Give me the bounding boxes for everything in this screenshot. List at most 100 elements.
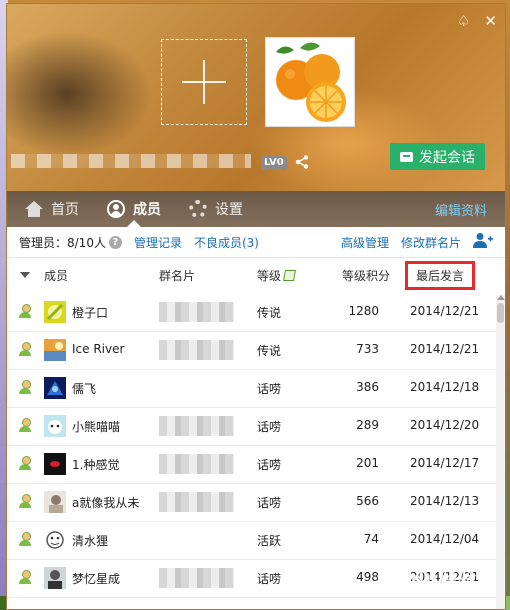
group-card-blurred: [159, 454, 234, 474]
table-row[interactable]: 橙子口 传说 1280 2014/12/21: [7, 293, 497, 332]
table-row[interactable]: Ice River 传说 733 2014/12/21: [7, 331, 497, 370]
advanced-manage-link[interactable]: 高级管理: [341, 234, 389, 251]
member-level: 传说: [257, 306, 282, 320]
member-status-icon: [19, 304, 31, 318]
member-status-icon: [19, 342, 31, 356]
member-avatar[interactable]: [44, 339, 66, 361]
sort-down-icon[interactable]: [20, 272, 30, 278]
member-last-post: 2014/12/21: [410, 342, 480, 356]
member-toolbar: 管理员：8/10人 ? 管理记录 不良成员(3) 高级管理 修改群名片: [7, 227, 505, 258]
member-points: 74: [363, 532, 379, 546]
tab-bar: 首页 成员 设置 编辑资料: [7, 191, 505, 227]
share-icon[interactable]: [295, 155, 309, 172]
upload-avatar-button[interactable]: [161, 39, 247, 125]
table-row[interactable]: 儒飞 话唠 386 2014/12/18: [7, 369, 497, 408]
member-name: 儒飞: [72, 382, 97, 396]
tab-home[interactable]: 首页: [11, 191, 93, 227]
member-level: 活跃: [257, 534, 282, 548]
member-last-post: 2014/12/13: [410, 494, 480, 508]
member-avatar[interactable]: [44, 377, 66, 399]
tab-members[interactable]: 成员: [93, 191, 175, 227]
header-member[interactable]: 成员: [44, 267, 68, 284]
help-icon[interactable]: ?: [108, 235, 122, 249]
member-last-post: 2014/12/20: [410, 418, 480, 432]
member-list-scrollbar[interactable]: [496, 295, 505, 609]
toolbar-right: 高级管理 修改群名片: [329, 232, 505, 252]
group-name-blurred: [11, 154, 251, 168]
member-status-icon: [19, 494, 31, 508]
member-status-icon: [19, 418, 31, 432]
member-avatar[interactable]: [44, 415, 66, 437]
start-chat-label: 发起会话: [419, 149, 475, 166]
skin-icon[interactable]: ♤: [457, 12, 470, 30]
member-level: 传说: [257, 344, 282, 358]
user-icon: [107, 200, 125, 218]
close-icon[interactable]: ✕: [484, 12, 497, 30]
member-points: 289: [356, 418, 379, 432]
member-points: 201: [356, 456, 379, 470]
table-row[interactable]: 小熊喵喵 话唠 289 2014/12/20: [7, 407, 497, 446]
level-badge: LV0: [261, 156, 287, 170]
member-last-post: 2014/12/17: [410, 456, 480, 470]
member-status-icon: [19, 570, 31, 584]
table-row[interactable]: 清水狸 活跃 74 2014/12/04: [7, 521, 497, 560]
member-points: 1280: [348, 304, 379, 318]
member-last-post: 2014/12/18: [410, 380, 480, 394]
chat-icon: [400, 151, 413, 162]
edit-card-link[interactable]: 修改群名片: [401, 234, 461, 251]
home-icon: [25, 201, 43, 217]
member-level: 话唠: [257, 572, 282, 586]
title-bar-buttons: ♤ ✕: [457, 12, 497, 30]
member-avatar[interactable]: [44, 491, 66, 513]
tab-settings-label: 设置: [215, 202, 243, 218]
scroll-up-icon[interactable]: [497, 295, 505, 300]
member-name: 梦忆星成: [72, 572, 121, 586]
manage-log-link[interactable]: 管理记录: [134, 234, 182, 251]
member-level: 话唠: [257, 420, 282, 434]
orange-image: [266, 38, 354, 126]
member-avatar[interactable]: [44, 453, 66, 475]
table-row[interactable]: a就像我从未 话唠 566 2014/12/13: [7, 483, 497, 522]
edit-pencil-icon[interactable]: [283, 269, 296, 281]
edit-profile-link[interactable]: 编辑资料: [435, 200, 487, 219]
table-row[interactable]: 1.种感觉 话唠 201 2014/12/17: [7, 445, 497, 484]
bad-members-link[interactable]: 不良成员(3): [194, 234, 259, 251]
member-points: 386: [356, 380, 379, 394]
header-group-card[interactable]: 群名片: [159, 267, 195, 284]
watermark: Baidu经验: [376, 569, 477, 590]
group-avatar[interactable]: [265, 37, 355, 127]
group-card-blurred: [159, 340, 234, 360]
header-points[interactable]: 等级积分: [342, 267, 390, 284]
group-window: ♤ ✕ LV0 发起会话 首页 成员 设置 编辑资料 管理员：8/10人 ? 管…: [6, 3, 506, 610]
header-level[interactable]: 等级: [257, 267, 296, 284]
table-header: 成员 群名片 等级 等级积分 最后发言: [7, 257, 505, 293]
gear-icon: [189, 200, 207, 218]
member-level: 话唠: [257, 382, 282, 396]
member-points: 733: [356, 342, 379, 356]
member-status-icon: [19, 456, 31, 470]
tab-settings[interactable]: 设置: [175, 191, 257, 227]
member-name: 1.种感觉: [72, 458, 120, 472]
member-level: 话唠: [257, 458, 282, 472]
header-last-post[interactable]: 最后发言: [405, 260, 476, 290]
member-last-post: 2014/12/21: [410, 304, 480, 318]
member-avatar[interactable]: [44, 567, 66, 589]
member-status-icon: [19, 532, 31, 546]
member-list: 橙子口 传说 1280 2014/12/21 Ice River 传说 733 …: [7, 293, 497, 609]
scroll-thumb[interactable]: [497, 303, 504, 323]
member-avatar[interactable]: [44, 529, 66, 551]
group-card-blurred: [159, 492, 234, 512]
add-member-icon[interactable]: [473, 232, 493, 252]
member-name: 清水狸: [72, 534, 109, 548]
tab-members-label: 成员: [133, 202, 161, 218]
member-avatar[interactable]: [44, 301, 66, 323]
member-level: 话唠: [257, 496, 282, 510]
member-name: 橙子口: [72, 306, 109, 320]
group-card-blurred: [159, 568, 234, 588]
member-name: Ice River: [72, 342, 125, 356]
start-chat-button[interactable]: 发起会话: [390, 143, 485, 170]
group-card-blurred: [159, 416, 234, 436]
group-card-blurred: [159, 302, 234, 322]
member-points: 498: [356, 570, 379, 584]
admin-count: 管理员：8/10人: [19, 235, 106, 250]
